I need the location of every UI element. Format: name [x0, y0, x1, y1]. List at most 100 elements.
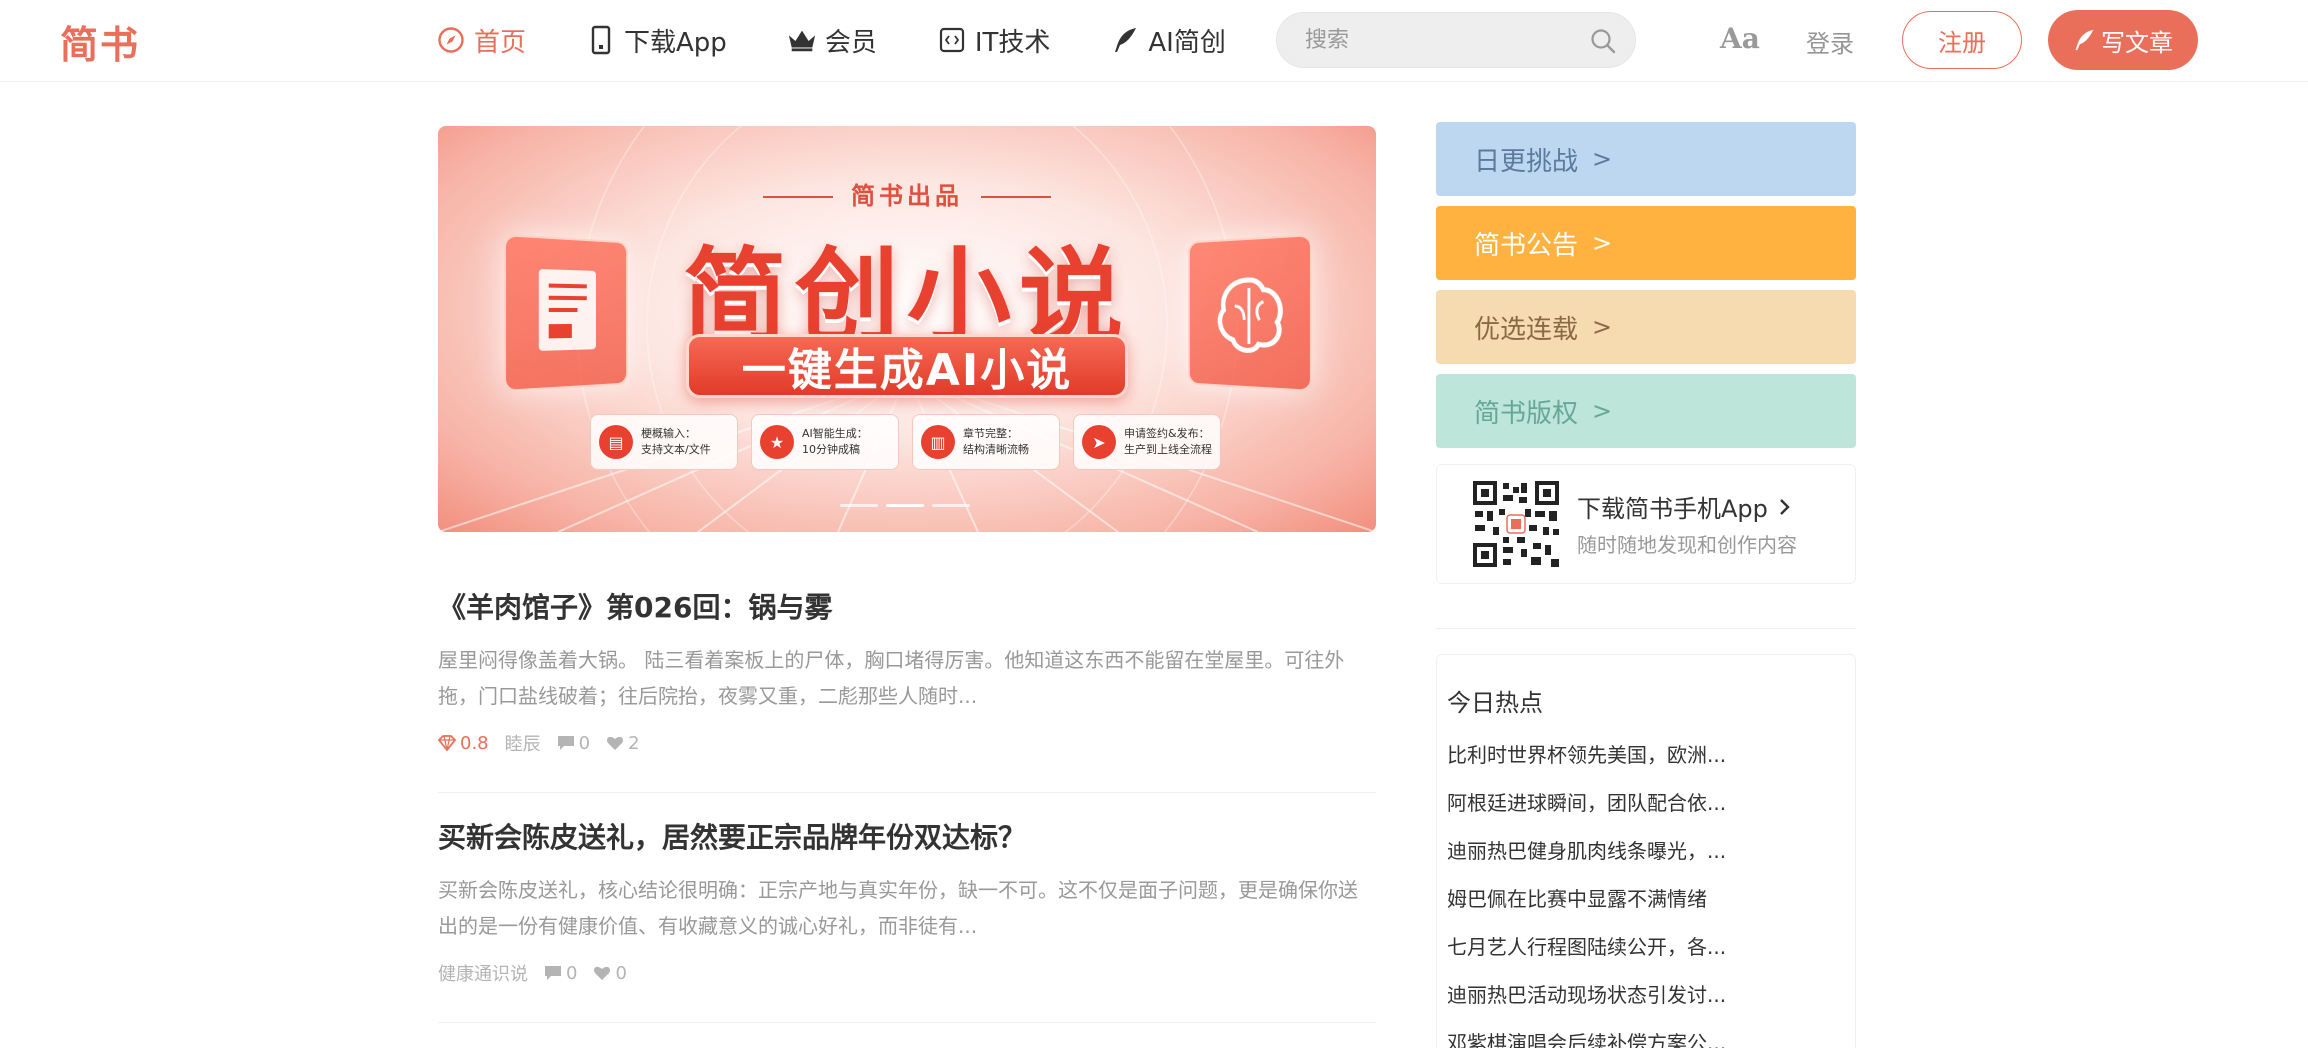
- article-author[interactable]: 睦辰: [505, 730, 541, 756]
- comment-value: 0: [578, 732, 591, 754]
- board-label: 简书版权: [1474, 398, 1579, 429]
- heart-icon: [594, 966, 611, 980]
- top-header: 简书 首页 下载App 会员 IT技术 AI简创 搜索 Aa 登录 注册 写文章: [0, 0, 2308, 82]
- search-input[interactable]: [1305, 13, 1585, 67]
- download-title: 下载简书手机App: [1577, 489, 1794, 524]
- comment-icon: [545, 966, 561, 980]
- hot-topic-item[interactable]: 姆巴佩在比赛中显露不满情绪: [1447, 879, 1726, 927]
- board-announcement[interactable]: 简书公告 >: [1436, 206, 1856, 280]
- hot-topic-item[interactable]: 迪丽热巴健身肌肉线条曝光，...: [1447, 831, 1726, 879]
- diamond-icon: [438, 735, 456, 751]
- feather-icon: [2075, 29, 2094, 51]
- hot-topic-item[interactable]: 比利时世界杯领先美国，欧洲...: [1447, 735, 1726, 783]
- feature-desc: 10分钟成稿: [802, 443, 860, 456]
- nav-ai-label: AI简创: [1148, 27, 1226, 58]
- article-author[interactable]: 健康通识说: [438, 960, 528, 986]
- article-title[interactable]: 买新会陈皮送礼，居然要正宗品牌年份双达标？: [438, 818, 1376, 858]
- article-item: 《羊肉馆子》第026回：锅与雾 屋里闷得像盖着大锅。 陆三看着案板上的尸体，胸口…: [438, 588, 1376, 756]
- comment-count[interactable]: 0: [557, 733, 590, 754]
- login-link[interactable]: 登录: [1806, 24, 1854, 59]
- banner-brand: 简书出品: [438, 176, 1376, 211]
- banner-features: ▤ 梗概输入： 支持文本/文件 ★ AI智能生成： 10分钟成稿 ▥ 章节完整： 结构…: [590, 414, 1234, 470]
- code-icon: [937, 25, 967, 55]
- banner-pagination: [840, 504, 978, 507]
- heart-icon: [607, 736, 624, 750]
- nav-home[interactable]: 首页: [436, 22, 526, 59]
- download-title-text: 下载简书手机App: [1577, 495, 1768, 523]
- article-meta: 0.8 睦辰 0 2: [438, 730, 1376, 756]
- chevron-right-icon: [1780, 498, 1790, 515]
- board-daily-challenge[interactable]: 日更挑战 >: [1436, 122, 1856, 196]
- hot-topic-item[interactable]: 迪丽热巴活动现场状态引发讨...: [1447, 975, 1726, 1023]
- board-label: 简书公告: [1474, 230, 1579, 261]
- chevron-right-icon: >: [1592, 145, 1613, 173]
- sidebar-divider: [1436, 628, 1856, 629]
- article-divider: [438, 1022, 1376, 1023]
- font-toggle-button[interactable]: Aa: [1720, 22, 1760, 55]
- hot-topics-title: 今日热点: [1447, 689, 1543, 717]
- download-subtitle: 随时随地发现和创作内容: [1577, 533, 1797, 557]
- banner-tagline: 一键生成AI小说: [686, 334, 1128, 398]
- chevron-right-icon: >: [1592, 397, 1613, 425]
- board-copyright[interactable]: 简书版权 >: [1436, 374, 1856, 448]
- feature-title: 章节完整：: [963, 427, 1018, 440]
- download-app-card[interactable]: 下载简书手机App 随时随地发现和创作内容: [1436, 464, 1856, 584]
- article-abstract: 买新会陈皮送礼，核心结论很明确：正宗产地与真实年份，缺一不可。这不仅是面子问题，…: [438, 878, 1358, 938]
- banner-feature: ▤ 梗概输入： 支持文本/文件: [590, 414, 738, 470]
- nav-it-tech[interactable]: IT技术: [937, 22, 1051, 59]
- board-label: 日更挑战: [1474, 146, 1579, 177]
- banner-dot-active[interactable]: [886, 504, 924, 507]
- nav-member-label: 会员: [824, 27, 877, 58]
- board-serial[interactable]: 优选连载 >: [1436, 290, 1856, 364]
- banner-dot[interactable]: [932, 504, 970, 507]
- hot-topic-item[interactable]: 阿根廷进球瞬间，团队配合依...: [1447, 783, 1726, 831]
- signup-button[interactable]: 注册: [1902, 11, 2022, 69]
- send-icon: ➤: [1082, 425, 1116, 459]
- feature-desc: 生产到上线全流程: [1124, 443, 1212, 456]
- article-abstract: 屋里闷得像盖着大锅。 陆三看着案板上的尸体，胸口堵得厉害。他知道这东西不能留在堂…: [438, 648, 1345, 708]
- feature-title: AI智能生成：: [802, 427, 868, 440]
- like-count[interactable]: 2: [606, 732, 640, 754]
- book-icon: ▥: [921, 425, 955, 459]
- article-meta: 健康通识说 0 0: [438, 960, 1376, 986]
- jewel-value: 0.8: [460, 732, 489, 754]
- comment-count[interactable]: 0: [544, 963, 577, 984]
- nav-member[interactable]: 会员: [787, 22, 877, 59]
- nav-home-label: 首页: [474, 27, 527, 58]
- hot-topics-list: 比利时世界杯领先美国，欧洲... 阿根廷进球瞬间，团队配合依... 迪丽热巴健身…: [1447, 735, 1726, 1048]
- phone-icon: [586, 25, 616, 55]
- feature-title: 梗概输入：: [641, 427, 696, 440]
- nav-it-label: IT技术: [974, 27, 1051, 58]
- article-item: 买新会陈皮送礼，居然要正宗品牌年份双达标？ 买新会陈皮送礼，核心结论很明确：正宗…: [438, 818, 1376, 986]
- article-divider: [438, 792, 1376, 793]
- site-logo[interactable]: 简书: [60, 14, 140, 69]
- promo-banner[interactable]: 简书出品 简创小说 一键生成AI小说 ▤ 梗概输入： 支持文本/文件 ★ AI智能…: [438, 126, 1376, 532]
- search-box: [1276, 12, 1636, 68]
- comment-value: 0: [566, 962, 578, 984]
- feature-desc: 支持文本/文件: [641, 443, 711, 456]
- article-title[interactable]: 《羊肉馆子》第026回：锅与雾: [438, 588, 1376, 628]
- main-nav: 首页 下载App 会员 IT技术 AI简创: [436, 0, 1286, 80]
- hot-topics-panel: 今日热点 比利时世界杯领先美国，欧洲... 阿根廷进球瞬间，团队配合依... 迪…: [1436, 654, 1856, 1048]
- hot-topic-item[interactable]: 七月艺人行程图陆续公开，各...: [1447, 927, 1726, 975]
- like-count[interactable]: 0: [593, 963, 627, 984]
- qr-code-icon: [1473, 481, 1559, 567]
- write-article-button[interactable]: 写文章: [2048, 10, 2198, 70]
- comment-icon: [557, 736, 574, 750]
- compass-icon: [436, 25, 466, 55]
- feather-icon: [1110, 25, 1140, 55]
- nav-download-label: 下载App: [624, 27, 727, 58]
- chevron-right-icon: >: [1592, 229, 1613, 257]
- document-icon: ▤: [599, 425, 633, 459]
- crown-icon: [787, 25, 817, 55]
- banner-feature: ➤ 申请签约&发布： 生产到上线全流程: [1073, 414, 1221, 470]
- hot-topic-item[interactable]: 邓紫棋演唱会后续补偿方案公...: [1447, 1023, 1726, 1048]
- nav-ai-create[interactable]: AI简创: [1110, 22, 1226, 59]
- feature-title: 申请签约&发布：: [1124, 427, 1210, 440]
- like-value: 2: [628, 732, 640, 754]
- banner-dot[interactable]: [840, 504, 878, 507]
- nav-download-app[interactable]: 下载App: [586, 22, 727, 59]
- feature-desc: 结构清晰流畅: [963, 443, 1029, 456]
- banner-feature: ★ AI智能生成： 10分钟成稿: [751, 414, 899, 470]
- search-icon[interactable]: [1589, 27, 1617, 55]
